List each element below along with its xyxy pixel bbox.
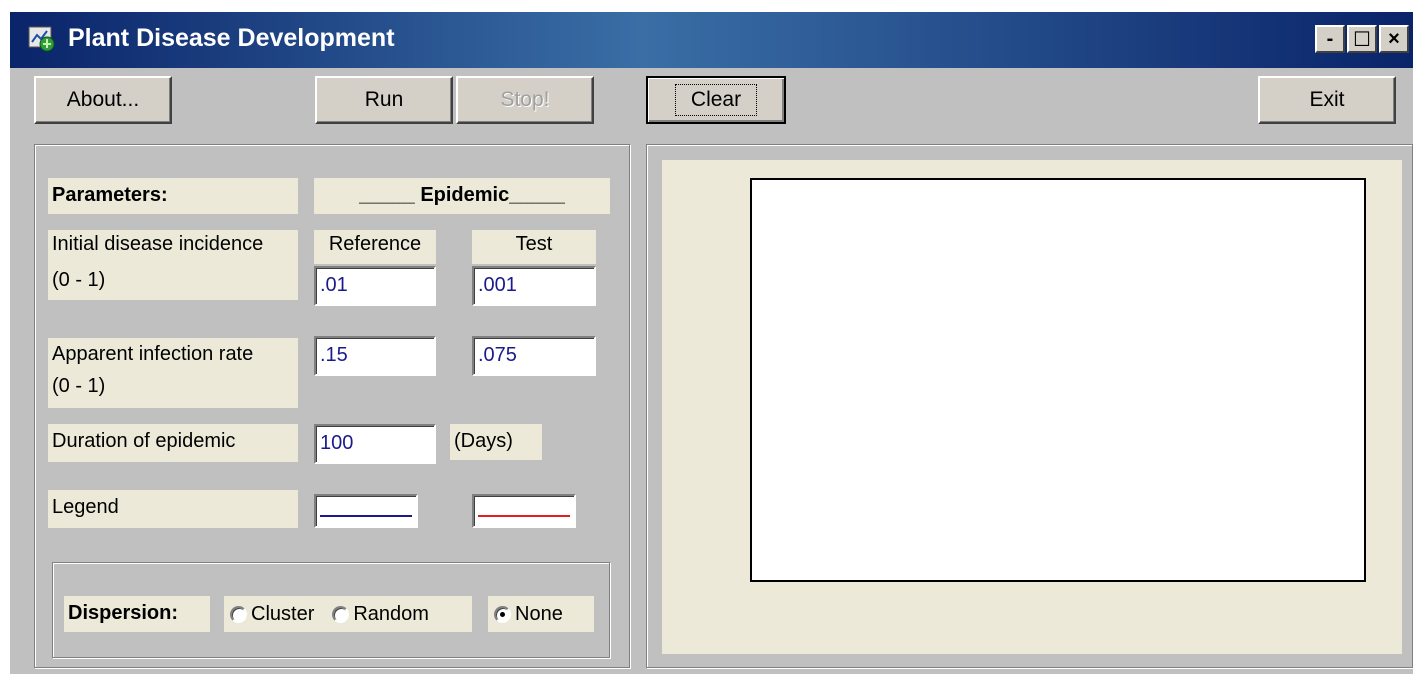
exit-button[interactable]: Exit: [1258, 76, 1396, 124]
test-column-label: Test: [472, 230, 596, 264]
window-title: Plant Disease Development: [68, 24, 395, 52]
reference-column-label: Reference: [314, 230, 436, 264]
infection-rate-label: Apparent infection rate: [48, 338, 298, 374]
minimize-button[interactable]: -: [1315, 25, 1345, 53]
legend-test-line: [478, 515, 570, 517]
radio-none[interactable]: [494, 605, 511, 623]
clear-button-label: Clear: [674, 84, 758, 116]
exit-button-label: Exit: [1309, 88, 1345, 111]
app-icon: [28, 26, 56, 52]
stop-button-label: Stop!: [500, 88, 550, 111]
radio-random-label: Random: [353, 602, 429, 625]
title-bar[interactable]: Plant Disease Development - ☐ ×: [10, 12, 1413, 68]
initial-incidence-test-input[interactable]: .001: [472, 266, 596, 306]
duration-unit: (Days): [450, 424, 542, 460]
plot-panel: [662, 160, 1402, 654]
dispersion-options: Cluster Random: [224, 596, 472, 632]
close-button[interactable]: ×: [1379, 25, 1409, 53]
duration-input[interactable]: 100: [314, 424, 436, 464]
legend-label: Legend: [48, 490, 298, 528]
radio-cluster[interactable]: [230, 605, 247, 623]
initial-incidence-range: (0 - 1): [48, 266, 298, 300]
initial-incidence-reference-input[interactable]: .01: [314, 266, 436, 306]
legend-reference-line: [320, 515, 412, 517]
radio-cluster-label: Cluster: [251, 602, 315, 625]
maximize-button[interactable]: ☐: [1347, 25, 1377, 53]
legend-reference-swatch: [314, 494, 418, 528]
radio-none-label: None: [515, 602, 563, 625]
run-button-label: Run: [364, 88, 404, 111]
dispersion-none-option: None: [488, 596, 594, 632]
parameters-heading: Parameters:: [48, 178, 298, 214]
about-button[interactable]: About...: [34, 76, 172, 124]
radio-random[interactable]: [332, 605, 350, 623]
epidemic-heading: _____ Epidemic_____: [314, 178, 610, 214]
plot-canvas: [750, 178, 1366, 582]
clear-button[interactable]: Clear: [646, 76, 786, 124]
initial-incidence-label: Initial disease incidence: [48, 230, 298, 266]
infection-rate-test-input[interactable]: .075: [472, 336, 596, 376]
app-window: Plant Disease Development - ☐ × About...…: [10, 12, 1413, 674]
run-button[interactable]: Run: [315, 76, 453, 124]
legend-test-swatch: [472, 494, 576, 528]
infection-rate-range: (0 - 1): [48, 372, 298, 408]
stop-button[interactable]: Stop!: [456, 76, 594, 124]
about-button-label: About...: [66, 88, 140, 111]
infection-rate-reference-input[interactable]: .15: [314, 336, 436, 376]
duration-label: Duration of epidemic: [48, 424, 298, 462]
dispersion-label: Dispersion:: [64, 596, 210, 632]
